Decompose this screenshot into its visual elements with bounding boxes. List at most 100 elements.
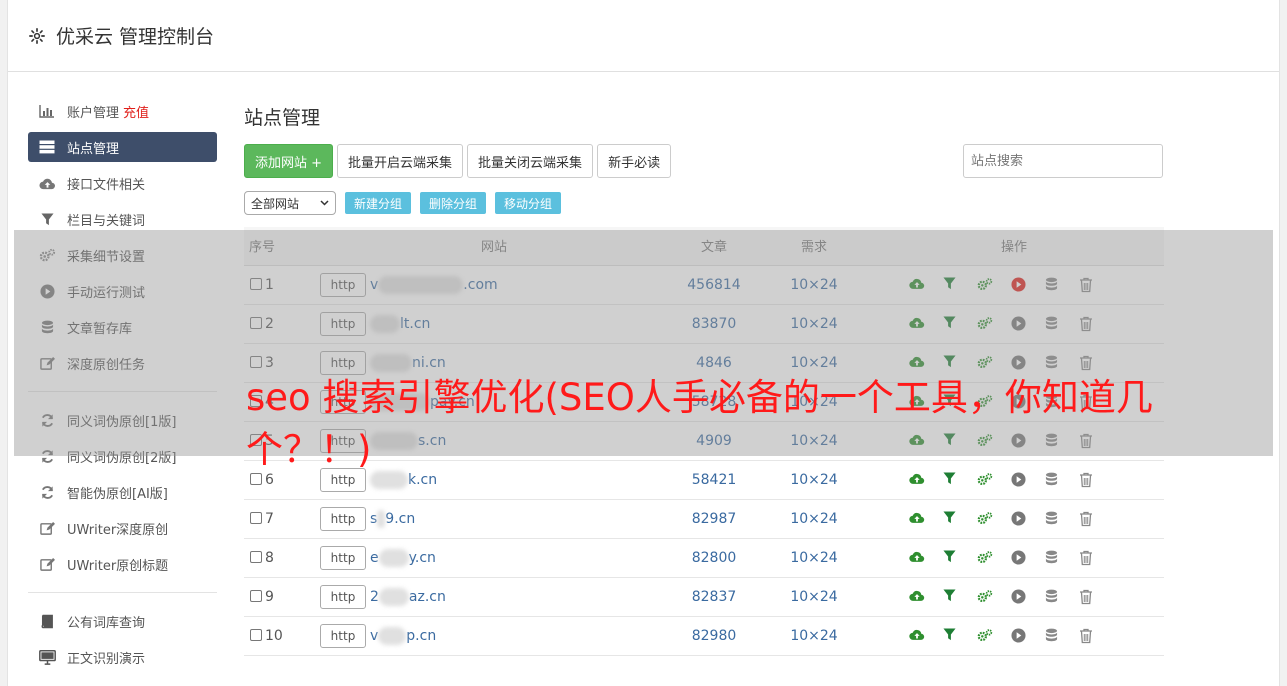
refresh-icon [38, 484, 56, 500]
cloud-upload-icon[interactable] [909, 511, 925, 527]
new-group-button[interactable]: 新建分组 [345, 192, 412, 214]
cloud-upload-icon[interactable] [909, 550, 925, 566]
site-domain-prefix[interactable]: 2 [370, 589, 379, 605]
move-group-button[interactable]: 移动分组 [495, 192, 562, 214]
site-domain-prefix[interactable]: s [370, 511, 377, 527]
site-domain-suffix[interactable]: 9.cn [385, 511, 415, 527]
batch-close-cloud-button[interactable]: 批量关闭云端采集 [467, 144, 594, 178]
filter-icon[interactable] [943, 510, 959, 527]
monitor-icon [38, 649, 56, 665]
article-count[interactable]: 82987 [664, 499, 764, 539]
row-number-cell: 7 [244, 499, 324, 539]
redacted-domain [378, 548, 409, 567]
row-number: 8 [265, 549, 274, 566]
article-count[interactable]: 82800 [664, 538, 764, 578]
cloud-upload-icon[interactable] [909, 628, 925, 644]
protocol-badge: http [320, 506, 366, 531]
actions-cell [864, 538, 1164, 578]
sidebar-item-label: 站点管理 [67, 141, 120, 157]
demand-value[interactable]: 10×24 [764, 616, 864, 656]
site-domain-prefix[interactable]: v [370, 628, 378, 644]
sidebar-item-label: 账户管理 [67, 105, 120, 121]
sidebar-item[interactable]: UWriter深度原创 [28, 510, 217, 546]
gear-icon [29, 27, 45, 44]
sidebar-item[interactable]: 接口文件相关 [28, 165, 217, 201]
redacted-domain [378, 626, 407, 645]
sidebar-item-label: 栏目与关键词 [67, 213, 146, 229]
row-number: 9 [265, 588, 274, 605]
sidebar-item-label: UWriter原创标题 [67, 558, 169, 574]
actions-cell [864, 499, 1164, 539]
row-checkbox[interactable] [250, 628, 262, 641]
filter-icon [38, 211, 56, 227]
gears-icon[interactable] [977, 550, 993, 566]
group-bar: 全部网站 新建分组 删除分组 移动分组 [244, 191, 1164, 215]
row-checkbox[interactable] [250, 511, 262, 524]
bar-chart-icon [38, 103, 56, 119]
sidebar-item[interactable]: 公有词库查询 [28, 603, 217, 639]
play-icon[interactable] [1011, 588, 1027, 605]
batch-open-cloud-button[interactable]: 批量开启云端采集 [337, 144, 464, 178]
sidebar-item[interactable]: 站点管理 [28, 132, 217, 162]
add-site-button[interactable]: 添加网站 + [244, 144, 334, 178]
sidebar-item[interactable]: UWriter原创标题 [28, 546, 217, 582]
trash-icon[interactable] [1079, 589, 1095, 605]
play-icon[interactable] [1011, 510, 1027, 527]
row-number-cell: 8 [244, 538, 324, 578]
app-title: 优采云 管理控制台 [56, 26, 215, 48]
filter-icon[interactable] [943, 627, 959, 644]
site-domain-suffix[interactable]: az.cn [409, 589, 446, 605]
article-count[interactable]: 82837 [664, 577, 764, 617]
site-domain-suffix[interactable]: y.cn [409, 550, 436, 566]
play-icon[interactable] [1011, 627, 1027, 644]
article-count[interactable]: 82980 [664, 616, 764, 656]
group-select[interactable]: 全部网站 [244, 191, 336, 215]
trash-icon[interactable] [1079, 628, 1095, 644]
database-icon[interactable] [1045, 511, 1061, 527]
site-cell: http 2 az.cn [320, 577, 664, 617]
trash-icon[interactable] [1079, 550, 1095, 566]
delete-group-button[interactable]: 删除分组 [420, 192, 487, 214]
site-domain-prefix[interactable]: e [370, 550, 379, 566]
site-domain-suffix[interactable]: p.cn [406, 628, 436, 644]
database-icon[interactable] [1045, 550, 1061, 566]
sidebar-item-label: UWriter深度原创 [67, 522, 169, 538]
site-search-input[interactable] [963, 144, 1163, 178]
actions-cell [864, 616, 1164, 656]
demand-value[interactable]: 10×24 [764, 538, 864, 578]
book-icon [38, 613, 56, 629]
table-row: 8 http e y.cn 82800 10×24 [244, 538, 1164, 578]
filter-icon[interactable] [943, 588, 959, 605]
sidebar-item[interactable]: 正文识别演示 [28, 639, 217, 675]
row-number-cell: 10 [244, 616, 324, 656]
sidebar-item[interactable]: 智能伪原创[AI版] [28, 474, 217, 510]
chevron-down-icon [320, 200, 329, 206]
database-icon[interactable] [1045, 589, 1061, 605]
cloud-upload-icon [38, 175, 56, 191]
play-icon[interactable] [1011, 549, 1027, 566]
toolbar: 添加网站 + 批量开启云端采集 批量关闭云端采集 新手必读 [244, 144, 1164, 178]
demand-value[interactable]: 10×24 [764, 577, 864, 617]
gears-icon[interactable] [977, 589, 993, 605]
sidebar-item-label: 公有词库查询 [67, 615, 146, 631]
newbie-guide-button[interactable]: 新手必读 [597, 144, 672, 178]
sidebar-item[interactable]: 账户管理 充值 [28, 93, 217, 129]
row-checkbox[interactable] [250, 589, 262, 602]
overlay-headline: seo 搜索引擎优化(SEO人手必备的一个工具，你知道几个？！) [246, 376, 1153, 471]
server-icon [38, 139, 56, 155]
demand-value[interactable]: 10×24 [764, 499, 864, 539]
table-row: 7 http s 9.cn 82987 10×24 [244, 499, 1164, 539]
database-icon[interactable] [1045, 628, 1061, 644]
cloud-upload-icon[interactable] [909, 589, 925, 605]
protocol-badge: http [320, 623, 366, 648]
trash-icon[interactable] [1079, 511, 1095, 527]
row-number: 10 [265, 627, 283, 644]
filter-icon[interactable] [943, 549, 959, 566]
row-checkbox[interactable] [250, 550, 262, 563]
gears-icon[interactable] [977, 628, 993, 644]
protocol-badge: http [320, 584, 366, 609]
recharge-link[interactable]: 充值 [123, 102, 149, 121]
gears-icon[interactable] [977, 511, 993, 527]
row-number: 7 [265, 510, 274, 527]
edit-icon [38, 520, 56, 536]
